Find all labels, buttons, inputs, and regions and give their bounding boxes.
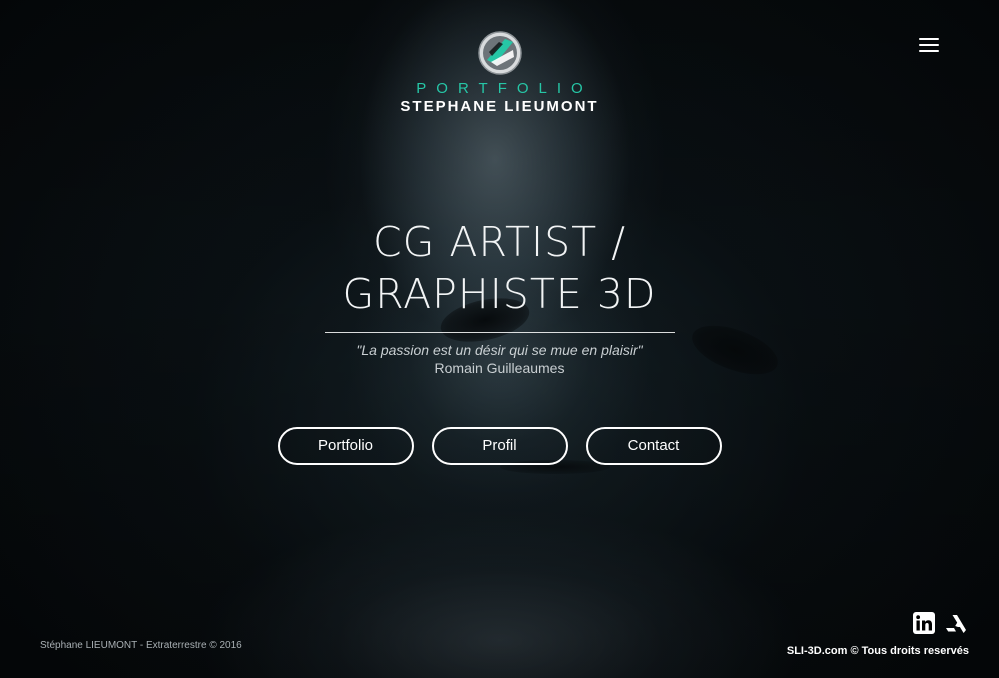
site-logo[interactable]: PORTFOLIO STEPHANE LIEUMONT [0,30,999,115]
logo-artist-name: STEPHANE LIEUMONT [400,98,599,115]
artwork-credit: Stéphane LIEUMONT - Extraterrestre © 201… [40,640,242,651]
page: PORTFOLIO STEPHANE LIEUMONT CG ARTIST / … [0,0,999,678]
hero-quote-author: Romain Guilleaumes [434,360,565,376]
menu-bar [919,50,939,52]
main-nav-buttons: Portfolio Profil Contact [0,427,999,465]
logo-portfolio-text: PORTFOLIO [416,80,593,97]
headline-line-1: CG ARTIST / [372,218,627,266]
profil-button[interactable]: Profil [431,427,568,465]
portfolio-button[interactable]: Portfolio [277,427,414,465]
hamburger-menu-icon[interactable] [919,38,939,54]
hero-quote: "La passion est un désir qui se mue en p… [356,342,643,358]
hero-headline: CG ARTIST / GRAPHISTE 3D "La passion est… [0,216,999,376]
menu-bar [919,44,939,46]
headline-line-2: GRAPHISTE 3D [342,270,657,318]
sli-logo-mark-icon [477,31,522,75]
contact-button[interactable]: Contact [585,427,722,465]
headline-divider [324,332,675,333]
artstation-icon[interactable] [945,612,967,634]
linkedin-icon[interactable] [913,612,935,634]
menu-bar [919,38,939,40]
site-copyright: SLI-3D.com © Tous droits reservés [786,645,969,657]
social-links [913,612,967,634]
